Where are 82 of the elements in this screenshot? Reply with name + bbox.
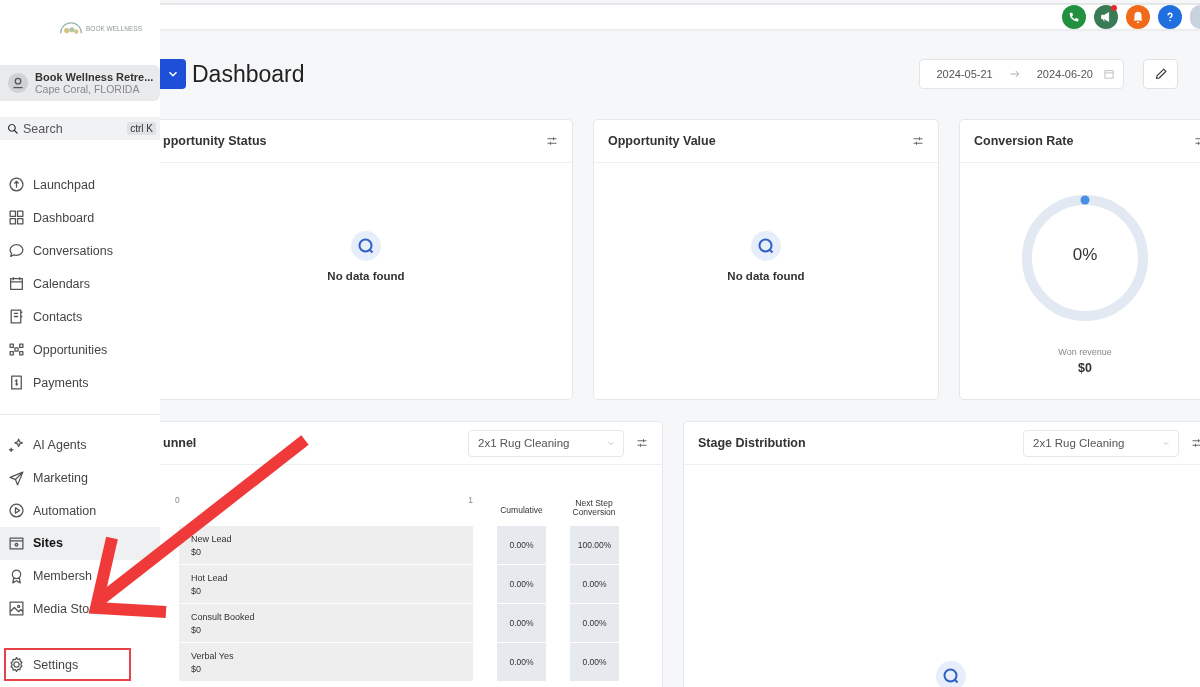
search-field[interactable]: Search ctrl K [0, 117, 160, 140]
chat-bubble-icon [8, 242, 25, 259]
card-title: Stage Distribution [698, 436, 807, 450]
menu-toggle-button[interactable] [160, 59, 186, 89]
search-input[interactable]: Search [23, 121, 113, 136]
conversion-value: 0.00% [570, 643, 619, 681]
sidebar-item[interactable]: Media Sto [0, 592, 160, 626]
account-switcher[interactable]: Book Wellness Retre... Cape Coral, FLORIDA [0, 65, 160, 101]
sliders-icon[interactable] [1191, 437, 1200, 449]
sidebar-item[interactable]: Calendars [0, 267, 160, 300]
pencil-icon [1153, 67, 1168, 81]
sidebar-item[interactable]: Dashboard [0, 201, 160, 234]
axis-label: 1 [468, 495, 473, 505]
date-range-field[interactable]: 2024-05-21 2024-06-20 [919, 59, 1124, 89]
sidebar-item[interactable]: AI Agents [0, 429, 160, 462]
cumulative-value: 0.00% [497, 565, 546, 603]
phone-icon [1067, 10, 1081, 24]
column-header: Cumulative [499, 505, 544, 517]
revenue-value: $0 [1078, 361, 1092, 375]
funnel-bar: Verbal Yes $0 [179, 643, 473, 681]
calendar-icon [1103, 68, 1115, 80]
account-location: Cape Coral, FLORIDA [35, 83, 141, 95]
conversion-value: 0.00% [570, 565, 619, 603]
calendar-icon [8, 275, 25, 292]
shortcut-hint: ctrl K [127, 122, 156, 135]
funnel-bar: Hot Lead $0 [179, 565, 473, 603]
image-icon [8, 600, 25, 618]
account-name: Book Wellness Retre... [35, 71, 154, 83]
search-icon [750, 230, 782, 262]
axis-label: 0 [175, 495, 180, 505]
pipeline-dropdown[interactable]: 2x1 Rug Cleaning [468, 429, 624, 457]
logo-icon [58, 19, 84, 37]
squares-icon [8, 341, 25, 358]
cumulative-value: 0.00% [497, 643, 546, 681]
funnel-bar: Consult Booked $0 [179, 604, 473, 642]
revenue-label: Won revenue [1058, 347, 1112, 357]
sidebar-item[interactable]: Payments [0, 366, 160, 399]
empty-message: No data found [727, 270, 805, 282]
sliders-icon[interactable] [636, 437, 648, 449]
column-header: Next Step Conversion [571, 499, 617, 520]
cumulative-value: 0.00% [497, 604, 546, 642]
phone-button[interactable] [1062, 5, 1086, 29]
receipt-icon [8, 374, 25, 391]
sidebar-item[interactable]: Contacts [0, 300, 160, 333]
empty-message: No data found [327, 270, 405, 282]
sidebar-item[interactable]: Launchpad [0, 168, 160, 201]
card-title: Opportunity Value [608, 134, 717, 148]
sidebar-item[interactable]: Automation [0, 494, 160, 528]
sidebar-item[interactable]: Opportunities [0, 333, 160, 366]
card-title: pportunity Status [163, 134, 268, 148]
search-icon [350, 230, 382, 262]
search-icon [934, 660, 967, 687]
conversion-value: 100.00% [570, 526, 619, 564]
avatar-icon [7, 72, 29, 94]
bell-icon [1131, 10, 1145, 24]
conversion-value: 0.00% [570, 604, 619, 642]
announcements-button[interactable] [1094, 5, 1118, 29]
grid-icon [8, 209, 25, 226]
funnel-bar: New Lead $0 [179, 526, 473, 564]
sidebar-item[interactable]: Settings [4, 648, 131, 682]
arrow-right-icon [1008, 68, 1021, 80]
circle-arrow-icon [8, 176, 25, 193]
search-icon [7, 122, 19, 135]
sidebar-item[interactable]: Marketing [0, 461, 160, 495]
page-title: Dashboard [192, 60, 305, 88]
paper-plane-icon [8, 469, 25, 487]
sliders-icon[interactable] [912, 135, 924, 147]
sliders-icon[interactable] [546, 135, 558, 147]
sidebar-item[interactable]: Sites [0, 527, 160, 560]
sidebar-item[interactable]: Conversations [0, 234, 160, 267]
address-book-icon [8, 308, 25, 325]
sidebar-item[interactable]: Membersh [0, 559, 160, 593]
sparkle-icon [8, 436, 25, 454]
conversion-value: 0% [1072, 245, 1098, 265]
card-title: Conversion Rate [974, 134, 1075, 148]
edit-button[interactable] [1143, 59, 1178, 89]
notifications-button[interactable] [1126, 5, 1150, 29]
pipeline-dropdown[interactable]: 2x1 Rug Cleaning [1023, 429, 1179, 457]
help-button[interactable] [1158, 5, 1182, 29]
card-title: unnel [163, 436, 198, 450]
cumulative-value: 0.00% [497, 526, 546, 564]
gear-icon [8, 656, 25, 674]
